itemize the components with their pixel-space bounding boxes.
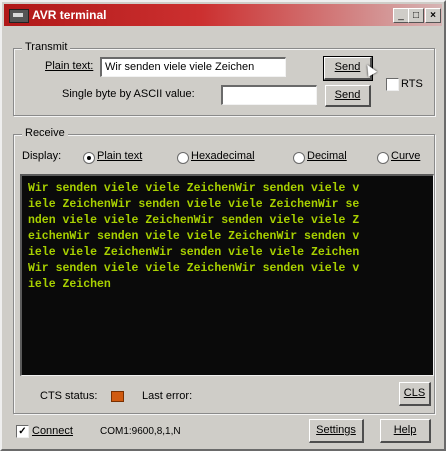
display-label: Display: bbox=[22, 150, 62, 162]
radio-plain-text-label: Plain text bbox=[97, 150, 143, 162]
terminal-line: Wir senden viele viele ZeichenWir senden… bbox=[28, 262, 360, 275]
terminal-line: eichenWir senden viele viele ZeichenWir … bbox=[28, 230, 360, 243]
help-button[interactable]: Help bbox=[380, 419, 431, 443]
transmit-group-label: Transmit bbox=[22, 41, 71, 53]
window-title: AVR terminal bbox=[32, 8, 107, 22]
terminal-line: nden viele viele ZeichenWir senden viele… bbox=[28, 214, 360, 227]
single-byte-input[interactable] bbox=[221, 85, 317, 105]
minimize-button[interactable]: _ bbox=[393, 8, 409, 23]
radio-decimal[interactable] bbox=[293, 152, 305, 164]
cls-button[interactable]: CLS bbox=[399, 382, 431, 406]
settings-button[interactable]: Settings bbox=[309, 419, 364, 443]
receive-terminal[interactable]: Wir senden viele viele ZeichenWir senden… bbox=[20, 174, 434, 376]
maximize-button[interactable]: □ bbox=[408, 8, 424, 23]
terminal-line: Wir senden viele viele ZeichenWir senden… bbox=[28, 182, 360, 195]
radio-curve-label: Curve bbox=[391, 150, 421, 162]
radio-plain-text[interactable] bbox=[83, 152, 95, 164]
send-byte-label: Send bbox=[334, 89, 361, 101]
radio-hexadecimal-label: Hexadecimal bbox=[191, 150, 255, 162]
close-button[interactable]: × bbox=[425, 8, 441, 23]
plain-text-label: Plain text: bbox=[45, 60, 94, 72]
cts-status-led bbox=[111, 391, 124, 402]
settings-button-label: Settings bbox=[316, 424, 356, 436]
cts-status-label: CTS status: bbox=[40, 390, 98, 402]
single-byte-label: Single byte by ASCII value: bbox=[62, 88, 195, 100]
radio-curve[interactable] bbox=[377, 152, 389, 164]
send-byte-button[interactable]: Send bbox=[325, 85, 371, 107]
title-bar[interactable]: AVR terminal _ □ × bbox=[4, 4, 442, 26]
connect-label: Connect bbox=[32, 425, 73, 437]
last-error-label: Last error: bbox=[142, 390, 193, 402]
receive-group-label: Receive bbox=[22, 127, 68, 139]
help-button-label: Help bbox=[393, 424, 417, 436]
terminal-line: iele Zeichen bbox=[28, 278, 111, 291]
radio-decimal-label: Decimal bbox=[307, 150, 347, 162]
app-window: AVR terminal _ □ × Transmit Plain text: … bbox=[0, 0, 446, 451]
app-icon bbox=[9, 9, 29, 23]
rts-label: RTS bbox=[401, 78, 423, 90]
radio-hexadecimal[interactable] bbox=[177, 152, 189, 164]
plain-text-input[interactable]: Wir senden viele viele Zeichen bbox=[100, 57, 286, 77]
terminal-line: iele viele ZeichenWir senden viele viele… bbox=[28, 246, 360, 259]
send-plain-text-label: Send bbox=[334, 61, 361, 73]
rts-checkbox[interactable] bbox=[386, 78, 399, 91]
cls-button-label: CLS bbox=[403, 387, 426, 399]
terminal-line: iele ZeichenWir senden viele viele Zeich… bbox=[28, 198, 360, 211]
connection-info: COM1:9600,8,1,N bbox=[100, 426, 181, 437]
connect-checkbox[interactable]: ✓ bbox=[16, 425, 29, 438]
